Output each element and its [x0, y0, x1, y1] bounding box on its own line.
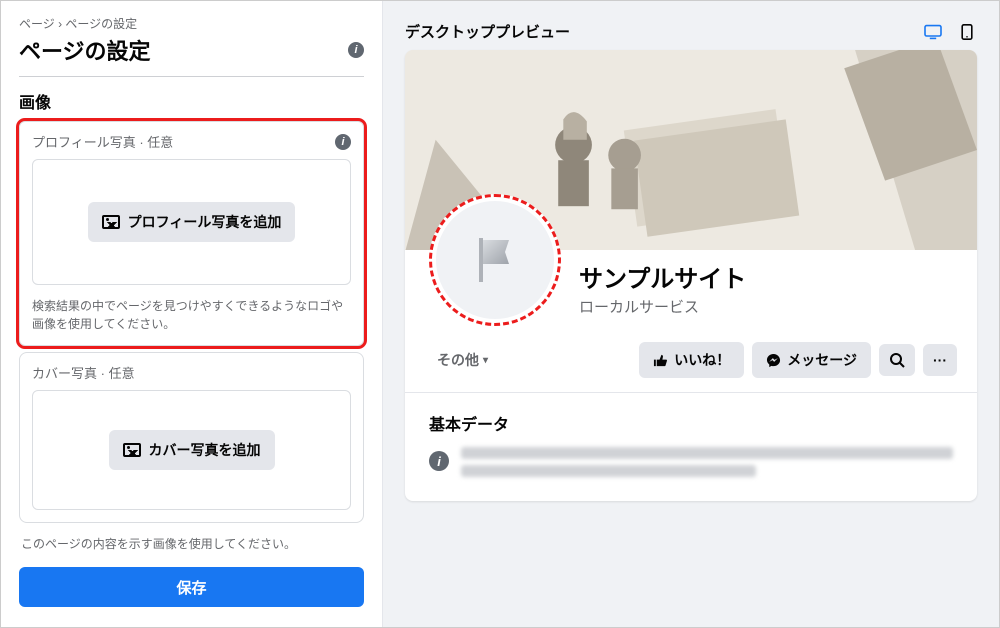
page-title: ページの設定 [19, 34, 151, 66]
basic-data-title: 基本データ [429, 411, 953, 435]
image-icon [123, 443, 141, 457]
mobile-icon[interactable] [957, 24, 977, 40]
messenger-icon [766, 353, 781, 368]
save-button[interactable]: 保存 [19, 567, 364, 607]
preview-card: サンプルサイト ローカルサービス その他▾ いいね！ メッセージ ··· [405, 50, 977, 501]
cover-photo-hint: このページの内容を示す画像を使用してください。 [19, 529, 364, 567]
profile-photo-hint: 検索結果の中でページを見つけやすくできるようなロゴや画像を使用してください。 [20, 297, 363, 345]
search-button[interactable] [879, 344, 915, 376]
search-icon [889, 352, 905, 368]
info-icon[interactable]: i [335, 134, 351, 150]
thumbs-up-icon [653, 353, 668, 368]
flag-icon [465, 230, 525, 290]
image-icon [102, 215, 120, 229]
desktop-icon[interactable] [923, 24, 943, 40]
page-category: ローカルサービス [579, 296, 746, 317]
info-icon: i [429, 451, 449, 471]
cover-photo-card: カバー写真 · 任意 カバー写真を追加 [19, 352, 364, 523]
avatar-highlight [429, 194, 561, 326]
preview-title: デスクトッププレビュー [405, 21, 570, 42]
chevron-down-icon: ▾ [483, 355, 488, 366]
profile-photo-card: プロフィール写真 · 任意 i プロフィール写真を追加 検索結果の中でページを見… [19, 121, 364, 346]
info-icon[interactable]: i [348, 42, 364, 58]
avatar[interactable] [436, 201, 554, 319]
breadcrumb[interactable]: ページ › ページの設定 [19, 15, 364, 32]
more-button[interactable]: ··· [923, 344, 957, 376]
add-cover-photo-button[interactable]: カバー写真を追加 [109, 430, 275, 470]
page-name: サンプルサイト [579, 259, 746, 294]
cover-photo-label: カバー写真 · 任意 [32, 363, 135, 382]
profile-photo-label: プロフィール写真 · 任意 [32, 132, 173, 151]
section-images-label: 画像 [19, 89, 364, 113]
message-button[interactable]: メッセージ [752, 342, 871, 378]
blurred-text [461, 447, 953, 483]
tab-other[interactable]: その他▾ [425, 342, 500, 378]
add-profile-photo-button[interactable]: プロフィール写真を追加 [88, 202, 296, 242]
like-button[interactable]: いいね！ [639, 342, 744, 378]
